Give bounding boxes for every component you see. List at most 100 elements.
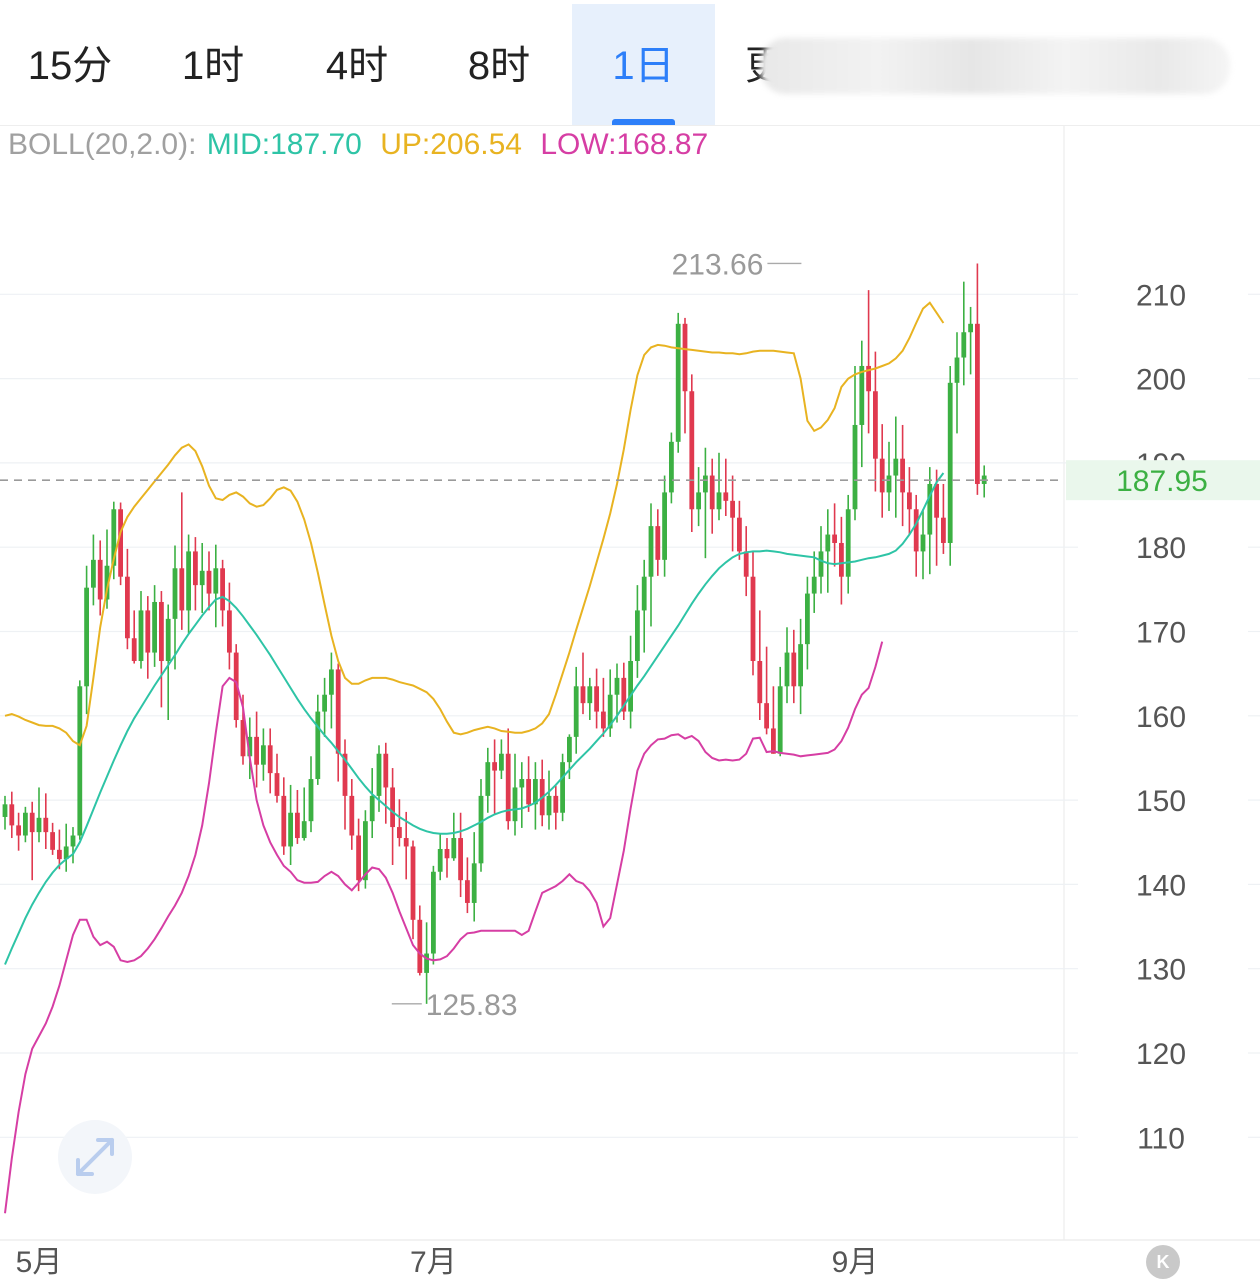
candle-body — [845, 509, 851, 577]
candle-body — [519, 779, 525, 788]
candle-body — [383, 753, 389, 788]
candle-body — [159, 601, 164, 662]
candle-body — [648, 526, 654, 577]
candle-body — [478, 795, 484, 864]
candle-body — [281, 795, 287, 847]
candle-body — [43, 817, 49, 833]
candle-body — [628, 661, 633, 712]
candle-body — [118, 509, 123, 577]
candle-body — [526, 779, 531, 805]
candle-body — [57, 849, 62, 860]
candle-body — [941, 517, 946, 543]
candle-body — [77, 686, 83, 836]
candle-body — [954, 357, 960, 383]
candle-body — [322, 694, 327, 712]
candle-body — [369, 795, 375, 822]
y-tick-label: 150 — [1136, 785, 1186, 818]
expand-chart-button[interactable] — [58, 1120, 132, 1194]
candle-body — [36, 817, 42, 833]
candle-body — [193, 551, 198, 586]
candle-body — [172, 568, 178, 619]
candle-body — [301, 821, 307, 839]
candle-body — [934, 483, 939, 518]
candle-body — [417, 919, 423, 973]
candle-body — [730, 500, 735, 518]
candle-body — [165, 618, 171, 662]
candle-body — [913, 509, 919, 552]
x-tick-label: 5月 — [16, 1246, 63, 1279]
candle-body — [947, 382, 953, 543]
x-tick-label: 7月 — [410, 1246, 457, 1279]
k-icon[interactable]: K — [1146, 1245, 1180, 1279]
candle-body — [675, 323, 681, 442]
candle-body — [451, 838, 457, 859]
candle-body — [349, 795, 355, 836]
candle-body — [499, 753, 504, 771]
current-price-label: 187.95 — [1116, 465, 1208, 498]
high-price-label: 213.66 — [672, 248, 764, 281]
candle-body — [254, 736, 259, 765]
candle-body — [308, 779, 314, 822]
candle-body — [492, 762, 497, 771]
candle-body — [70, 835, 76, 847]
candle-body — [750, 576, 756, 662]
candle-body — [437, 848, 443, 872]
candlestick-chart[interactable]: 2102001901801701601501401301201105月7月9月1… — [0, 0, 1260, 1285]
y-tick-label: 200 — [1136, 364, 1186, 397]
candle-body — [682, 323, 688, 392]
candle-body — [560, 762, 565, 813]
candle-body — [805, 593, 810, 645]
candle-body — [743, 551, 749, 577]
candle-body — [186, 551, 191, 611]
candle-body — [573, 686, 579, 737]
candle-body — [567, 736, 572, 763]
candle-body — [784, 652, 790, 687]
candle-body — [839, 542, 844, 577]
candle-body — [356, 835, 361, 881]
candle-body — [50, 832, 55, 850]
candle-body — [662, 492, 667, 560]
candle-body — [961, 332, 967, 358]
low-price-label: 125.83 — [426, 989, 518, 1022]
candle-body — [689, 391, 695, 510]
candle-body — [716, 492, 722, 510]
candle-body — [485, 762, 491, 796]
candle-body — [138, 610, 144, 662]
candle-body — [825, 534, 831, 552]
candle-body — [975, 323, 980, 484]
candle-body — [444, 848, 450, 859]
candle-body — [968, 323, 973, 333]
y-tick-label: 170 — [1136, 617, 1186, 650]
candle-body — [614, 677, 620, 695]
candle-body — [859, 365, 865, 425]
candle-body — [709, 475, 715, 510]
candle-body — [9, 804, 15, 826]
candle-body — [669, 441, 674, 493]
candle-body — [376, 753, 382, 796]
candle-body — [655, 526, 661, 560]
candle-body — [757, 661, 763, 704]
y-tick-label: 140 — [1136, 869, 1186, 902]
candle-body — [206, 570, 212, 594]
candle-body — [798, 644, 803, 687]
candle-body — [315, 711, 321, 780]
candle-body — [329, 669, 334, 695]
candle-body — [764, 703, 769, 729]
candle-body — [641, 576, 647, 611]
y-tick-label: 210 — [1136, 279, 1186, 312]
boll-lower-line — [4, 641, 884, 1214]
candle-body — [723, 492, 729, 501]
candle-body — [179, 568, 185, 611]
candle-body — [879, 458, 885, 493]
candle-body — [2, 804, 8, 817]
candle-body — [227, 610, 232, 653]
candle-body — [635, 610, 640, 662]
candle-body — [220, 568, 225, 611]
candle-body — [91, 559, 96, 588]
candle-body — [587, 686, 593, 704]
candle-body — [893, 458, 899, 476]
candle-body — [886, 475, 892, 493]
candle-body — [458, 838, 463, 881]
candle-body — [601, 711, 606, 729]
candle-body — [594, 686, 599, 712]
